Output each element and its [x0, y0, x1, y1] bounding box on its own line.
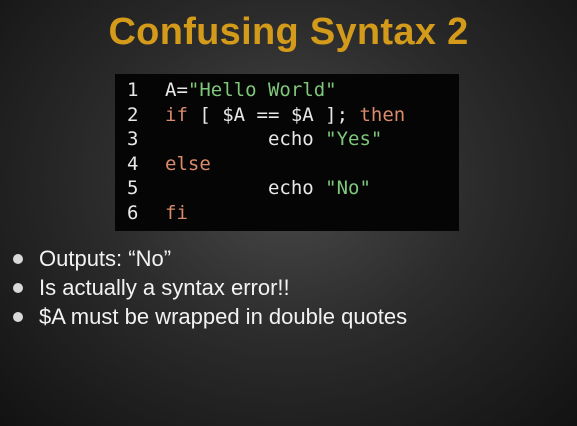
- code-text: echo "Yes": [165, 127, 382, 152]
- bullet-dot-icon: [13, 283, 23, 293]
- bullet-text: Is actually a syntax error!!: [39, 275, 290, 300]
- bullet-list: Outputs: “No” Is actually a syntax error…: [0, 244, 577, 331]
- line-number: 2: [127, 103, 139, 126]
- line-number: 3: [127, 128, 139, 150]
- code-token: fi: [165, 201, 188, 224]
- bullet-text: $A must be wrapped in double quotes: [39, 304, 408, 329]
- bullet-dot-icon: [13, 312, 23, 322]
- code-text: else: [165, 152, 211, 177]
- code-line-3: 3 echo "Yes": [127, 127, 459, 152]
- line-number: 4: [127, 152, 139, 175]
- code-token: echo: [165, 177, 326, 199]
- code-text: if [ $A == $A ]; then: [165, 103, 405, 128]
- bullet-item: $A must be wrapped in double quotes: [0, 302, 577, 331]
- code-token: "No": [325, 177, 371, 199]
- bullet-item: Outputs: “No”: [0, 244, 577, 273]
- code-line-5: 5 echo "No": [127, 176, 459, 201]
- code-line-2: 2 if [ $A == $A ]; then: [127, 103, 459, 128]
- bullet-item: Is actually a syntax error!!: [0, 273, 577, 302]
- slide-title: Confusing Syntax 2: [108, 11, 469, 53]
- line-number: 6: [127, 201, 139, 224]
- line-number: 5: [127, 177, 139, 199]
- code-token: echo: [165, 128, 326, 150]
- code-block: 1 A="Hello World" 2 if [ $A == $A ]; the…: [115, 74, 459, 231]
- code-line-4: 4 else: [127, 152, 459, 177]
- code-line-6: 6 fi: [127, 201, 459, 226]
- code-token: "Hello World": [187, 79, 337, 101]
- code-text: echo "No": [165, 176, 371, 201]
- code-token: A=: [165, 79, 188, 101]
- line-number: 1: [127, 79, 139, 101]
- code-token: else: [165, 152, 211, 175]
- code-token: "Yes": [325, 128, 383, 150]
- code-token: then: [359, 103, 406, 126]
- bullet-text: Outputs: “No”: [39, 246, 172, 271]
- code-text: A="Hello World": [165, 78, 337, 103]
- code-token: [ $A == $A ];: [187, 103, 360, 126]
- bullet-dot-icon: [13, 254, 23, 264]
- code-token: if: [165, 103, 188, 126]
- code-text: fi: [165, 201, 188, 226]
- code-line-1: 1 A="Hello World": [127, 78, 459, 103]
